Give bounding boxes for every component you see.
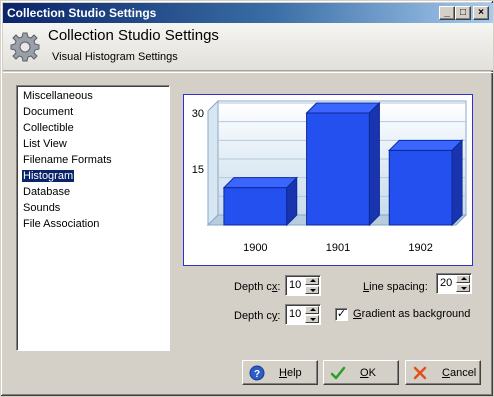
- header-subtitle: Visual Histogram Settings: [52, 51, 178, 63]
- nav-item-list-view[interactable]: List View: [21, 136, 169, 152]
- help-button[interactable]: ? Help: [242, 360, 318, 385]
- nav-item-label: Database: [23, 186, 71, 198]
- depth-cy-stepper[interactable]: 10: [285, 304, 321, 325]
- minimize-button[interactable]: _: [439, 6, 455, 20]
- checkmark-icon: ✓: [336, 308, 347, 320]
- x-tick-label: 1902: [408, 242, 432, 254]
- nav-item-label: List View: [23, 138, 67, 150]
- y-tick-label: 30: [192, 108, 204, 120]
- depth-cx-value[interactable]: 10: [289, 279, 301, 291]
- bar-side-1902: [451, 139, 463, 227]
- help-label: Help: [279, 367, 302, 379]
- histogram-preview: 15 30 1900 1901 1902: [183, 94, 473, 266]
- bar-1902: [388, 149, 453, 226]
- depth-cx-down-arrow-icon[interactable]: [305, 286, 319, 294]
- depth-cy-label: Depth cy:: [234, 310, 281, 322]
- bar-top-1901: [305, 102, 381, 114]
- settings-category-list[interactable]: Miscellaneous Document Collectible List Vie…: [16, 85, 170, 351]
- nav-item-collectible[interactable]: Collectible: [21, 120, 169, 136]
- nav-item-miscellaneous[interactable]: Miscellaneous: [21, 88, 169, 104]
- nav-item-label: Document: [23, 106, 74, 118]
- cancel-label: Cancel: [442, 367, 477, 379]
- nav-item-label: File Association: [23, 218, 100, 230]
- gradient-background-checkbox[interactable]: ✓: [335, 308, 348, 321]
- histogram-chart: 15 30 1900 1901 1902: [192, 99, 468, 254]
- bar-top-1900: [222, 177, 298, 189]
- nav-item-filename-formats[interactable]: Filename Formats: [21, 152, 169, 168]
- settings-window: Collection Studio Settings _ □ × Collect…: [0, 0, 494, 397]
- maximize-button[interactable]: □: [455, 6, 471, 20]
- close-button[interactable]: ×: [473, 6, 489, 20]
- header-title: Collection Studio Settings: [48, 27, 219, 44]
- depth-cy-up-arrow-icon[interactable]: [305, 306, 319, 314]
- close-icon: ×: [478, 7, 484, 18]
- bar-1900: [223, 187, 288, 226]
- x-tick-label: 1901: [326, 242, 350, 254]
- depth-cy-down-arrow-icon[interactable]: [305, 315, 319, 323]
- help-icon: ?: [249, 365, 265, 381]
- nav-item-document[interactable]: Document: [21, 104, 169, 120]
- nav-item-label: Filename Formats: [23, 154, 112, 166]
- bar-side-1901: [368, 101, 380, 227]
- nav-item-file-association[interactable]: File Association: [21, 216, 169, 232]
- depth-cx-stepper[interactable]: 10: [285, 275, 321, 296]
- nav-item-histogram[interactable]: Histogram: [20, 168, 169, 184]
- bar-1901: [306, 112, 370, 226]
- line-spacing-label: Line spacing:: [363, 281, 428, 293]
- maximize-icon: □: [459, 7, 467, 18]
- depth-cx-label: Depth cx:: [234, 281, 281, 293]
- title-bar[interactable]: Collection Studio Settings _ □ ×: [3, 3, 493, 23]
- minimize-icon: _: [444, 7, 450, 18]
- ok-button[interactable]: OK: [323, 360, 399, 385]
- line-spacing-stepper[interactable]: 20: [436, 273, 472, 294]
- y-tick-label: 15: [192, 164, 204, 176]
- nav-item-label: Sounds: [23, 202, 61, 214]
- cancel-button[interactable]: Cancel: [405, 360, 481, 385]
- nav-item-label: Histogram: [20, 169, 76, 183]
- window-title: Collection Studio Settings: [7, 6, 157, 20]
- x-tick-label: 1900: [243, 242, 267, 254]
- line-spacing-up-arrow-icon[interactable]: [456, 275, 470, 283]
- depth-cy-value[interactable]: 10: [289, 308, 301, 320]
- header-divider: [3, 72, 493, 73]
- depth-cx-up-arrow-icon[interactable]: [305, 277, 319, 285]
- ok-label: OK: [360, 367, 376, 379]
- checkmark-icon: [330, 366, 346, 380]
- nav-item-label: Miscellaneous: [23, 90, 93, 102]
- nav-item-database[interactable]: Database: [21, 184, 169, 200]
- gear-icon: [10, 32, 40, 62]
- gradient-background-label[interactable]: Gradient as background: [353, 308, 470, 320]
- header-banner: Collection Studio Settings Visual Histog…: [3, 23, 493, 71]
- cancel-x-icon: [413, 366, 427, 380]
- bar-top-1902: [388, 139, 464, 151]
- chart-side-wall: [207, 99, 219, 227]
- line-spacing-down-arrow-icon[interactable]: [456, 284, 470, 292]
- svg-text:?: ?: [254, 369, 260, 380]
- nav-item-sounds[interactable]: Sounds: [21, 200, 169, 216]
- line-spacing-value[interactable]: 20: [440, 277, 452, 289]
- nav-item-label: Collectible: [23, 122, 74, 134]
